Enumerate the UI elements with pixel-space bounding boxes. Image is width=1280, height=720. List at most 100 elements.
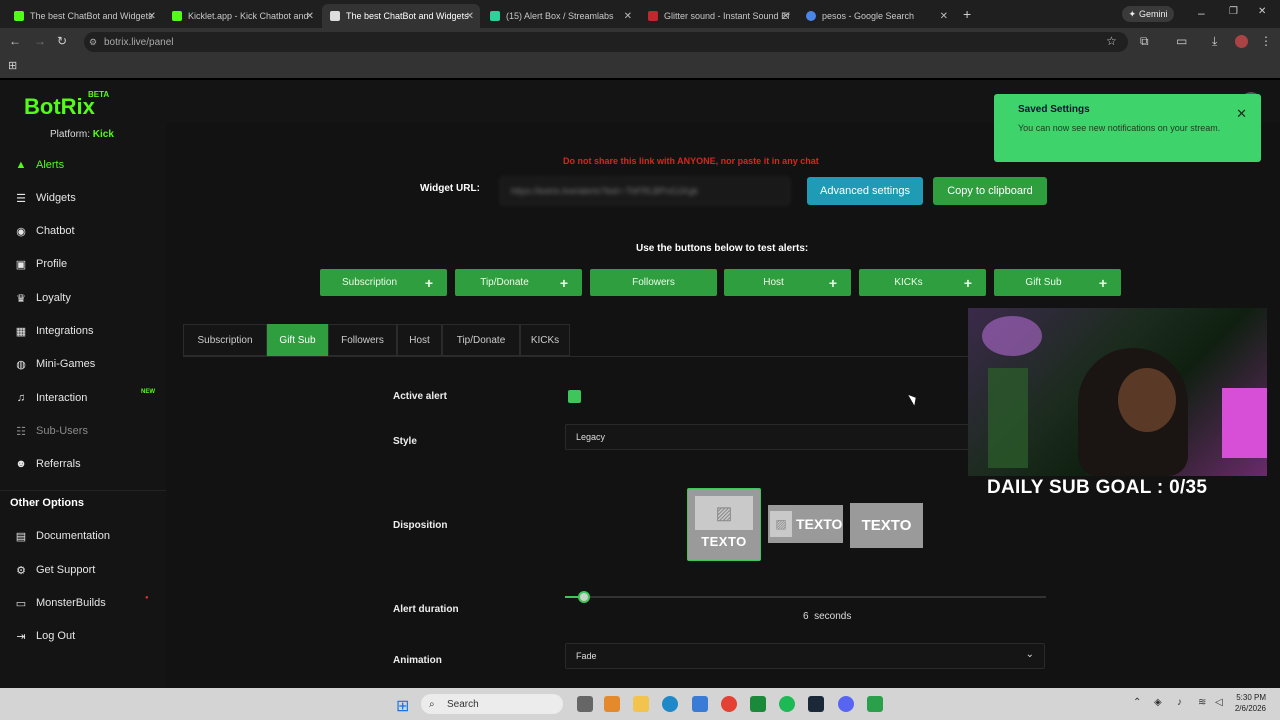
test-host-button[interactable]: Host + [724,269,851,296]
test-followers-button[interactable]: Followers [590,269,717,296]
animation-value: Fade [576,651,597,661]
bookmark-star-icon[interactable]: ☆ [1106,34,1117,48]
tab-followers[interactable]: Followers [328,324,397,356]
botrix-logo[interactable]: BotRix [24,94,95,120]
close-tab-icon[interactable]: ✕ [624,11,632,22]
close-icon[interactable]: ✕ [1236,106,1247,122]
sidebar-item-integrations[interactable]: ▦ Integrations [14,322,94,340]
gamepad-icon: ◍ [16,358,26,371]
chevron-up-icon[interactable]: ⌃ [1133,697,1141,708]
microphone-icon[interactable]: ♪ [1177,697,1182,708]
sidebar-item-loyalty[interactable]: ♛ Loyalty [14,289,71,307]
active-alert-label: Active alert [393,391,447,402]
advanced-settings-button[interactable]: Advanced settings [807,177,923,205]
back-icon[interactable]: ← [9,34,21,48]
file-explorer-icon[interactable] [633,696,649,712]
wifi-icon[interactable]: ≋ [1198,697,1206,708]
disposition-option-text-only[interactable]: TEXTO [850,503,923,548]
copy-to-clipboard-button[interactable]: Copy to clipboard [933,177,1047,205]
edge-icon[interactable] [662,696,678,712]
profile-avatar[interactable] [1235,35,1248,48]
discord-icon[interactable] [838,696,854,712]
network-icon[interactable]: ◈ [1154,697,1162,708]
support-icon: ⚙ [16,564,26,577]
close-tab-icon[interactable]: ✕ [148,11,156,22]
site-info-icon[interactable]: ⚙ [89,37,97,48]
browser-tab[interactable]: Kicklet.app - Kick Chatbot and ✕ [164,4,320,28]
menu-dots-icon[interactable]: ⋮ [1260,34,1272,48]
kicklet-favicon-icon [172,11,182,21]
close-tab-icon[interactable]: ✕ [782,11,790,22]
sidebar-item-widgets[interactable]: ☰ Widgets [14,189,76,207]
tab-gift-sub[interactable]: Gift Sub [267,324,328,356]
test-alerts-label: Use the buttons below to test alerts: [636,243,809,254]
cast-icon[interactable]: ▭ [1176,34,1187,48]
sidebar-item-documentation[interactable]: ▤ Documentation [14,527,110,545]
reload-icon[interactable]: ↻ [57,34,67,48]
plus-icon: + [559,274,569,291]
sidebar-item-interaction[interactable]: ♫ Interaction [14,389,88,407]
url-bar[interactable]: ⚙ botrix.live/panel [84,32,1128,52]
clock[interactable]: 5:30 PM 2/6/2026 [1232,692,1266,714]
windows-start-icon[interactable]: ⊞ [396,696,409,716]
test-kicks-button[interactable]: KICKs + [859,269,986,296]
close-tab-icon[interactable]: ✕ [466,11,474,22]
browser-tab[interactable]: (15) Alert Box / Streamlabs ✕ [482,4,638,28]
steam-icon[interactable] [808,696,824,712]
animation-select[interactable]: Fade ⌄ [565,643,1045,669]
minimize-icon[interactable]: – [1198,6,1205,20]
volume-icon[interactable]: ◁ [1215,697,1223,708]
close-window-icon[interactable]: ✕ [1258,6,1266,17]
taskbar-search[interactable]: ⌕ Search [421,694,563,714]
store-icon[interactable] [692,696,708,712]
widget-url-field[interactable]: https://botrix.live/alerts?bid=-TbFRLBPn… [500,177,790,205]
spotify-icon[interactable] [779,696,795,712]
duration-readout: 6 seconds [803,611,851,622]
chrome-icon[interactable] [721,696,737,712]
tab-host[interactable]: Host [397,324,442,356]
browser-tab-active[interactable]: The best ChatBot and Widgets ✕ [322,4,480,28]
test-subscription-button[interactable]: Subscription + [320,269,447,296]
tab-subscription[interactable]: Subscription [183,324,267,356]
test-tip-donate-button[interactable]: Tip/Donate + [455,269,582,296]
app-icon[interactable] [604,696,620,712]
browser-tab[interactable]: pesos - Google Search ✕ [798,4,954,28]
duration-slider-thumb[interactable] [578,591,590,603]
clock-date: 2/6/2026 [1234,704,1266,713]
music-icon: ♫ [16,392,26,404]
sidebar-item-chatbot[interactable]: ◉ Chatbot [14,222,74,240]
tab-tip-donate[interactable]: Tip/Donate [442,324,520,356]
close-tab-icon[interactable]: ✕ [306,11,314,22]
download-icon[interactable]: ⤓ [1212,34,1217,49]
task-view-icon[interactable] [577,696,593,712]
chevron-down-icon: ⌄ [1025,649,1034,660]
tab-kicks[interactable]: KICKs [520,324,570,356]
restore-icon[interactable]: ❐ [1229,6,1238,17]
sidebar-item-monsterbuilds[interactable]: ▭ MonsterBuilds [14,594,106,612]
extensions-icon[interactable]: ⧉ [1140,34,1149,49]
app-icon[interactable] [867,696,883,712]
browser-tab[interactable]: Glitter sound - Instant Sound Ef ✕ [640,4,796,28]
sidebar-item-alerts[interactable]: ▲ Alerts [14,156,65,174]
plus-icon: + [1098,274,1108,291]
sidebar-item-profile[interactable]: ▣ Profile [14,255,67,273]
sidebar-item-referrals[interactable]: ☻ Referrals [14,455,80,473]
close-tab-icon[interactable]: ✕ [940,11,948,22]
sidebar-item-mini-games[interactable]: ◍ Mini-Games [14,355,95,373]
browser-tab[interactable]: The best ChatBot and Widgets ✕ [6,4,162,28]
beta-badge: BETA [88,90,110,99]
gemini-button[interactable]: ✦ Gemini [1122,6,1174,22]
apps-grid-icon[interactable]: ⊞ [8,59,17,72]
sheets-icon[interactable] [750,696,766,712]
active-alert-checkbox[interactable] [568,390,581,403]
disposition-option-image-top[interactable]: ▨ TEXTO [687,488,761,561]
new-tab-icon[interactable]: + [963,6,971,22]
style-select[interactable]: Legacy [565,424,969,450]
disposition-option-image-left[interactable]: ▨ TEXTO [768,505,843,543]
test-gift-sub-button[interactable]: Gift Sub + [994,269,1121,296]
sidebar-item-sub-users[interactable]: ☷ Sub-Users [14,422,88,440]
sidebar-item-get-support[interactable]: ⚙ Get Support [14,561,95,579]
forward-icon[interactable]: → [34,34,46,48]
sidebar-item-log-out[interactable]: ⇥ Log Out [14,627,75,645]
duration-slider-track[interactable] [565,596,1046,598]
